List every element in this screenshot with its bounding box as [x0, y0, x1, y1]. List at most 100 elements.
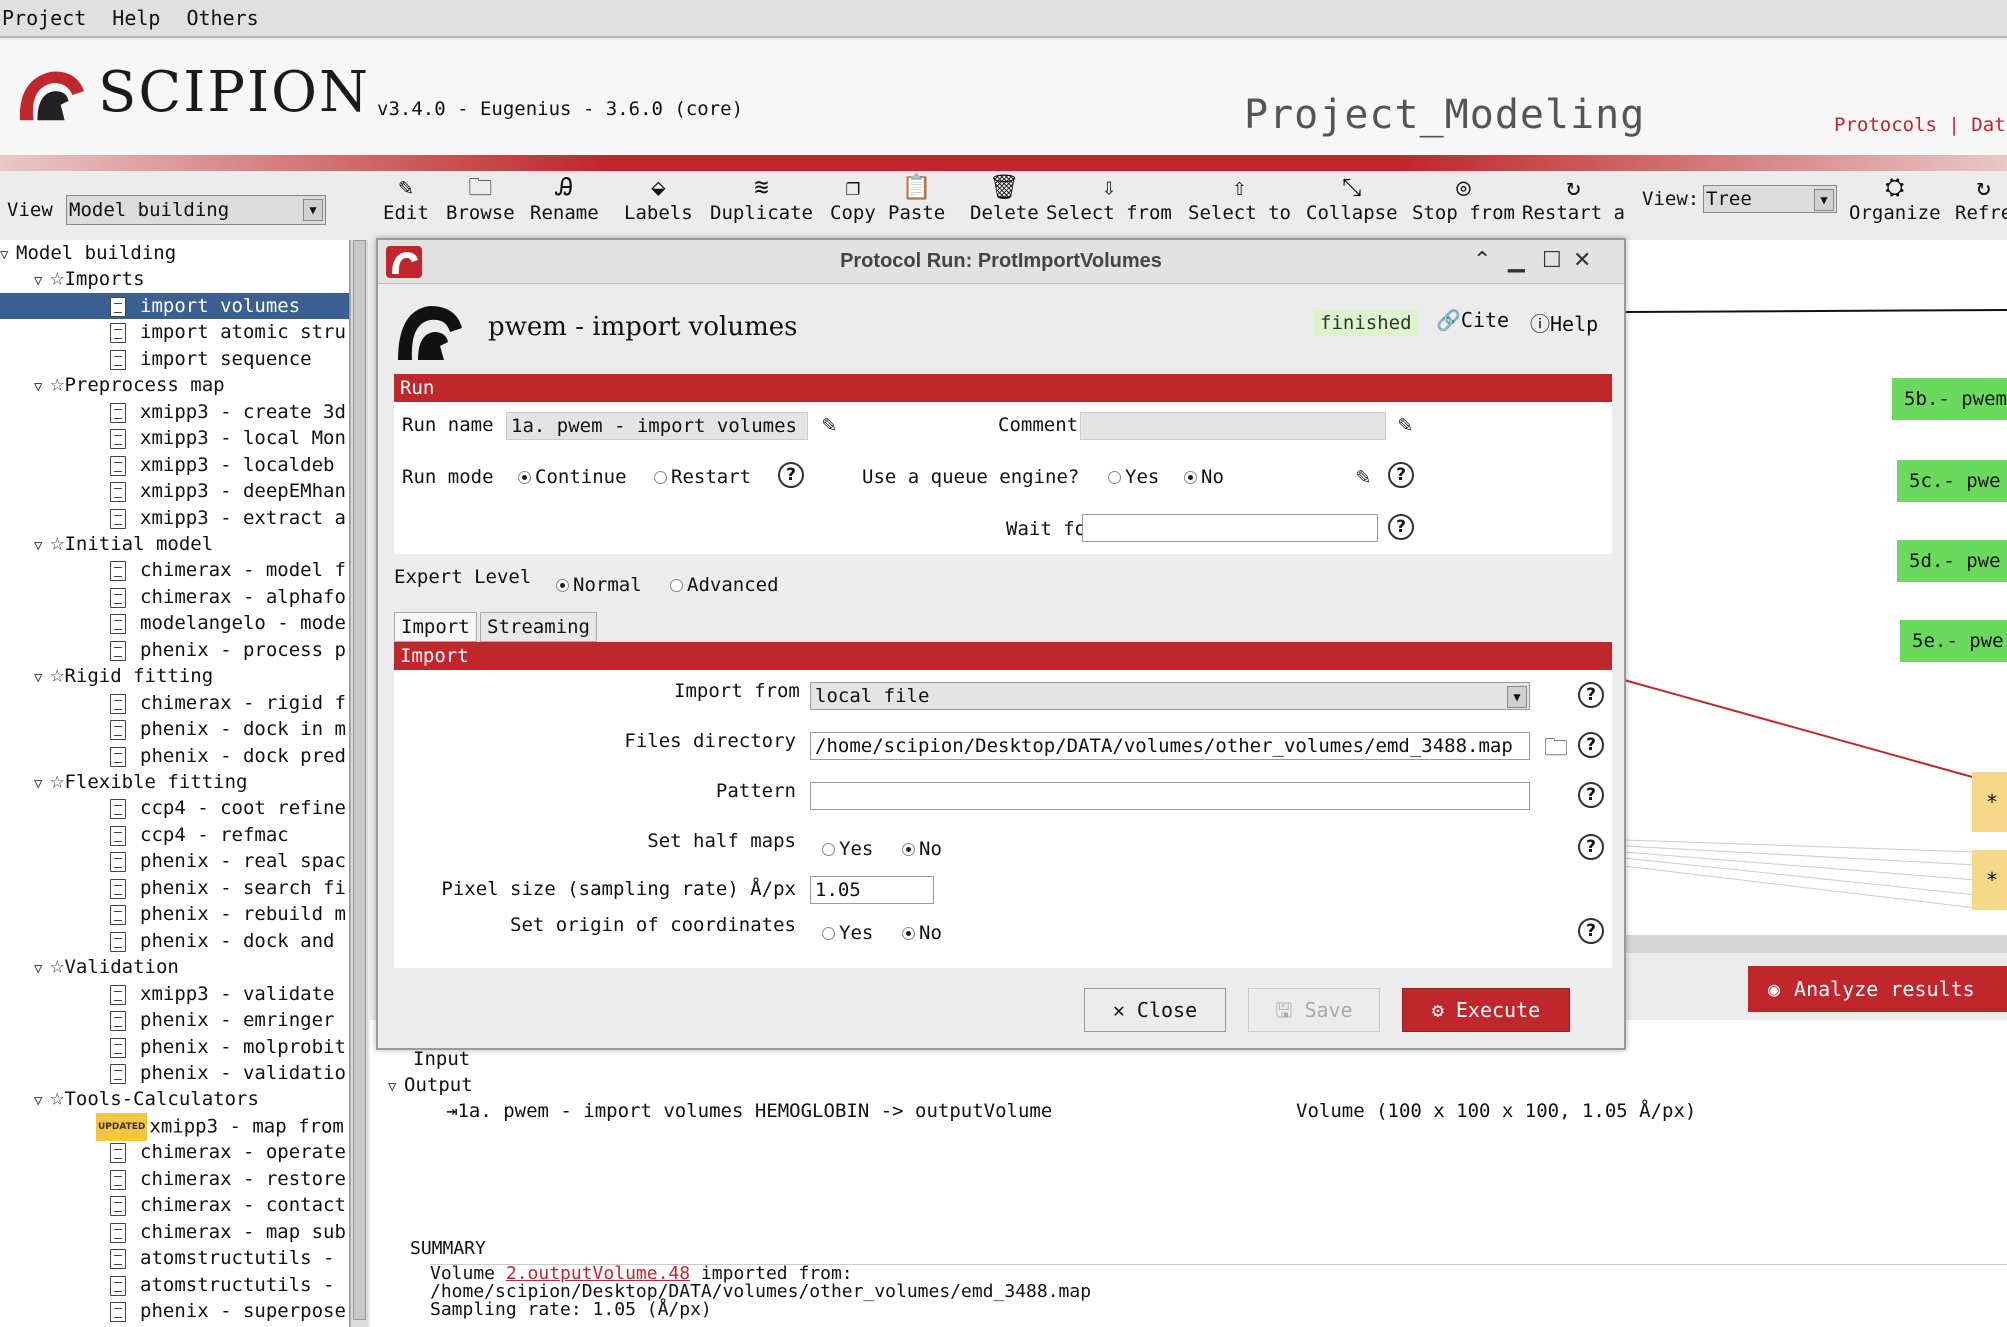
tree-item[interactable]: phenix - search fi	[110, 875, 346, 901]
tree-item[interactable]: phenix - dock pred	[110, 743, 346, 769]
cite-button[interactable]: 🔗Cite	[1436, 308, 1509, 332]
expert-normal-radio[interactable]: Normal	[556, 574, 642, 596]
workflow-graph[interactable]: 5b.- pwem 5c.- pwe 5d.- pwe 5e.- pwe * *	[1620, 240, 2007, 940]
help-icon[interactable]: ?	[778, 462, 804, 488]
tree-group[interactable]: ▽ ☆Rigid fitting	[34, 662, 213, 689]
refresh-button[interactable]: ↻ Refre	[1955, 172, 2007, 224]
tree-group[interactable]: ▽ ☆Validation	[34, 953, 179, 982]
expand-icon[interactable]: ▽	[388, 1079, 404, 1095]
import-from-select[interactable]: local file ▼	[810, 682, 1530, 710]
toolbar-button-labels[interactable]: ⬙ Labels	[624, 172, 693, 224]
radio-icon[interactable]	[654, 471, 667, 484]
queue-yes-radio[interactable]: Yes	[1108, 466, 1159, 488]
expand-icon[interactable]: ▽	[34, 1088, 50, 1114]
tree-item[interactable]: phenix - dock in m	[110, 716, 346, 742]
radio-selected-icon[interactable]	[902, 927, 915, 940]
help-icon[interactable]: ?	[1578, 918, 1604, 944]
execute-button[interactable]: ⚙ Execute	[1402, 988, 1570, 1032]
tree-group[interactable]: ▽ ☆Preprocess map	[34, 371, 225, 400]
files-directory-field[interactable]: /home/scipion/Desktop/DATA/volumes/other…	[810, 732, 1530, 760]
radio-icon[interactable]	[670, 579, 683, 592]
help-icon[interactable]: ?	[1578, 782, 1604, 808]
tree-item[interactable]: atomstructutils -	[110, 1245, 334, 1271]
tree-item[interactable]: phenix - validatio	[110, 1060, 346, 1086]
folder-open-icon[interactable]: 🗀	[1544, 730, 1568, 771]
radio-icon[interactable]	[822, 843, 835, 856]
expand-icon[interactable]: ▽	[34, 374, 50, 400]
graph-node[interactable]: 5b.- pwem	[1892, 378, 2007, 420]
comment-field[interactable]	[1080, 412, 1386, 440]
tree-item[interactable]: import sequence	[110, 346, 312, 372]
tree-item[interactable]: modelangelo - mode	[110, 610, 346, 636]
tree-item[interactable]: phenix - process p	[110, 637, 346, 663]
graph-node[interactable]: 5d.- pwe	[1897, 540, 2007, 582]
toolbar-button-restart-a[interactable]: ↻ Restart a	[1522, 172, 1625, 224]
tree-item[interactable]: xmipp3 - validate	[110, 981, 334, 1007]
radio-icon[interactable]	[1108, 471, 1121, 484]
header-links[interactable]: Protocols | Dat	[1834, 114, 2006, 136]
pencil-icon[interactable]: ✎	[1398, 410, 1412, 438]
expand-icon[interactable]: ▽	[34, 956, 50, 982]
toolbar-button-paste[interactable]: 📋 Paste	[888, 172, 945, 224]
dialog-titlebar[interactable]: Protocol Run: ProtImportVolumes ⌃ ▁ ☐ ✕	[378, 240, 1624, 284]
help-icon[interactable]: ?	[1388, 462, 1414, 488]
menu-help[interactable]: Help	[110, 6, 162, 30]
tree-item[interactable]: chimerax - map sub	[110, 1219, 346, 1245]
organize-button[interactable]: ⛭ Organize	[1849, 172, 1941, 224]
toolbar-button-select-to[interactable]: ⇧ Select to	[1188, 172, 1291, 224]
tree-item[interactable]: xmipp3 - create 3d	[110, 399, 346, 425]
tree-item[interactable]: phenix - emringer	[110, 1007, 334, 1033]
tree-item[interactable]: xmipp3 - deepEMhan	[110, 478, 346, 504]
tree-group[interactable]: ▽ ☆Imports	[34, 265, 145, 292]
menu-project[interactable]: Project	[0, 6, 88, 30]
half-maps-yes-radio[interactable]: Yes	[822, 838, 873, 860]
toolbar-button-browse[interactable]: 🗀 Browse	[446, 172, 515, 224]
tree-root[interactable]: ▽ Model building	[0, 240, 176, 266]
help-button[interactable]: ⓘHelp	[1530, 308, 1598, 337]
view-select[interactable]: Model building ▼	[66, 195, 326, 225]
pattern-field[interactable]	[810, 782, 1530, 810]
graph-view-select[interactable]: Tree ▼	[1703, 185, 1837, 213]
help-icon[interactable]: ?	[1578, 834, 1604, 860]
tree-item[interactable]: phenix - rebuild m	[110, 901, 346, 927]
minimize-icon[interactable]: ▁	[1508, 248, 1525, 273]
toolbar-button-delete[interactable]: 🗑 Delete	[970, 172, 1039, 224]
tree-item[interactable]: chimerax - operate	[110, 1139, 346, 1165]
tree-item[interactable]: ccp4 - refmac	[110, 822, 289, 848]
graph-node[interactable]: 5e.- pwe	[1900, 620, 2007, 662]
pencil-icon[interactable]: ✎	[822, 410, 836, 438]
toolbar-button-rename[interactable]: Ꭿ Rename	[530, 172, 599, 224]
help-icon[interactable]: ?	[1578, 682, 1604, 708]
chevron-up-icon[interactable]: ⌃	[1473, 248, 1491, 273]
tree-item[interactable]: atomstructutils -	[110, 1272, 334, 1298]
radio-selected-icon[interactable]	[556, 579, 569, 592]
close-button[interactable]: ✕ Close	[1084, 988, 1226, 1032]
expert-advanced-radio[interactable]: Advanced	[670, 574, 779, 596]
help-icon[interactable]: ?	[1578, 732, 1604, 758]
run-name-field[interactable]: 1a. pwem - import volumes	[506, 412, 808, 440]
toolbar-button-edit[interactable]: ✎ Edit	[383, 172, 429, 224]
tree-item[interactable]: phenix - real spac	[110, 848, 346, 874]
input-label[interactable]: Input	[413, 1048, 470, 1070]
tree-item[interactable]: xmipp3 - extract a	[110, 505, 346, 531]
expand-icon[interactable]: ▽	[34, 533, 50, 559]
expand-icon[interactable]: ▽	[34, 771, 50, 797]
tab-import[interactable]: Import	[394, 612, 477, 642]
output-node[interactable]: ▽ Output	[388, 1074, 473, 1096]
tree-item[interactable]: xmipp3 - local Mon	[110, 425, 346, 451]
tree-item[interactable]: chimerax - alphafo	[110, 584, 346, 610]
tree-item[interactable]: import volumes	[0, 293, 349, 319]
chevron-down-icon[interactable]: ▼	[1814, 189, 1834, 211]
help-icon[interactable]: ?	[1388, 514, 1414, 540]
radio-selected-icon[interactable]	[1184, 471, 1197, 484]
tree-item[interactable]: UPDATED xmipp3 - map from	[96, 1113, 344, 1141]
run-mode-restart-radio[interactable]: Restart	[654, 466, 751, 488]
half-maps-no-radio[interactable]: No	[902, 838, 942, 860]
run-mode-continue-radio[interactable]: Continue	[518, 466, 627, 488]
toolbar-button-collapse[interactable]: ⤡ Collapse	[1306, 172, 1398, 224]
tree-item[interactable]: chimerax - restore	[110, 1166, 346, 1192]
origin-yes-radio[interactable]: Yes	[822, 922, 873, 944]
tree-item[interactable]: phenix - superpose	[110, 1298, 346, 1324]
radio-icon[interactable]	[822, 927, 835, 940]
tree-item[interactable]: phenix - molprobit	[110, 1034, 346, 1060]
